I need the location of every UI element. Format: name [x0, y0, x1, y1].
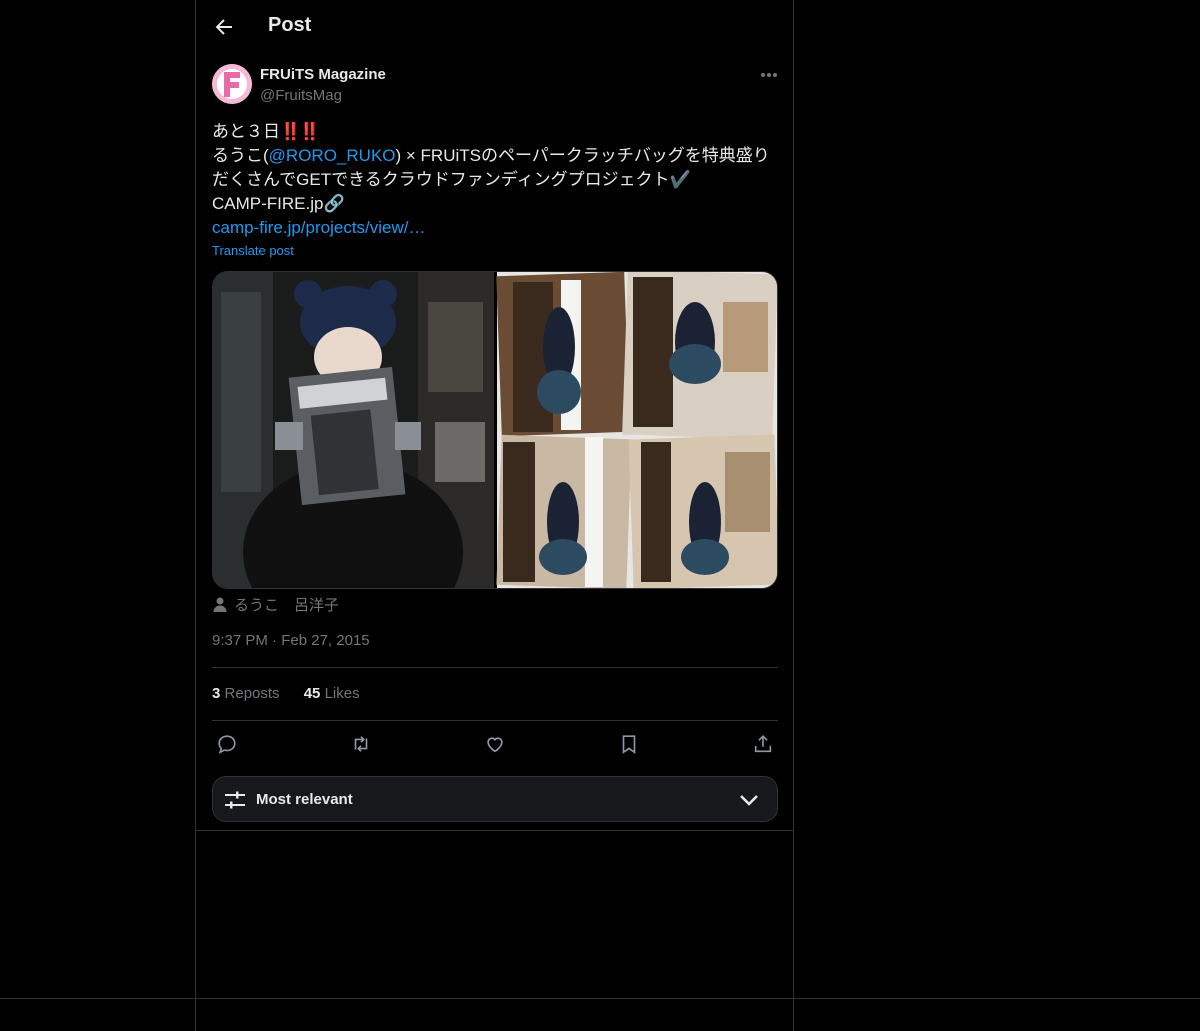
translate-post-button[interactable]: Translate post [212, 243, 294, 258]
back-arrow-icon[interactable] [212, 15, 236, 39]
avatar[interactable] [212, 64, 252, 104]
photo-left [213, 272, 494, 588]
photo-right-collage [496, 272, 777, 588]
repost-icon[interactable] [350, 733, 372, 755]
likes-count: 45 [303, 685, 321, 702]
sort-label: Most relevant [256, 791, 353, 808]
external-link[interactable]: camp-fire.jp/projects/view/… [212, 216, 772, 240]
link-icon: 🔗 [323, 194, 345, 213]
divider [212, 667, 778, 668]
page-bottom-divider [0, 998, 1200, 999]
divider [196, 830, 793, 831]
reposts-stat[interactable]: 3 Reposts [212, 685, 280, 702]
double-exclamation-icon: ‼️‼️ [280, 122, 320, 141]
tagged-users[interactable]: るうこ 呂洋子 [234, 597, 339, 614]
post-line-4: CAMP-FIRE.jp🔗 [212, 192, 772, 216]
post-date[interactable]: Feb 27, 2015 [281, 632, 369, 649]
media-photos [213, 272, 777, 588]
author-name[interactable]: FRUiTS Magazine [260, 66, 386, 83]
post-time[interactable]: 9:37 PM [212, 632, 268, 649]
mention-link[interactable]: @RORO_RUKO [269, 146, 396, 165]
post-text: あと３日‼️‼️ るうこ(@RORO_RUKO) × FRUiTSのペーパークラ… [212, 120, 772, 240]
post-line-1-text: あと３日 [212, 122, 280, 141]
share-icon[interactable] [752, 733, 774, 755]
post-line-4-text: CAMP-FIRE.jp [212, 194, 324, 213]
reposts-count: 3 [212, 685, 221, 702]
post-line-3-text: だくさんでGETできるクラウドファンディングプロジェクト [212, 170, 670, 189]
post-header: Post [196, 0, 793, 54]
post-line-1: あと３日‼️‼️ [212, 120, 772, 144]
reposts-label: Reposts [224, 685, 280, 702]
post-column: Post FRUiTS Magazine @FruitsMag あと３日‼️‼️… [195, 0, 794, 1031]
reply-icon[interactable] [216, 733, 238, 755]
replies-sort-dropdown[interactable]: Most relevant [212, 776, 778, 822]
post-media[interactable] [212, 271, 778, 589]
likes-stat[interactable]: 45 Likes [304, 685, 360, 702]
fruits-logo-icon [212, 64, 252, 104]
post-stats: 3 Reposts 45 Likes [212, 685, 380, 702]
media-tags[interactable]: るうこ 呂洋子 [212, 594, 339, 615]
post-line-3: だくさんでGETできるクラウドファンディングプロジェクト✔️ [212, 168, 772, 192]
chevron-down-icon [740, 795, 758, 806]
divider [212, 720, 778, 721]
bookmark-icon[interactable] [618, 733, 640, 755]
filter-sliders-icon [225, 791, 245, 809]
check-mark-icon: ✔️ [669, 170, 691, 189]
action-bar [212, 733, 778, 757]
like-icon[interactable] [484, 733, 506, 755]
author-handle[interactable]: @FruitsMag [260, 87, 342, 104]
likes-label: Likes [324, 685, 360, 702]
more-options-icon[interactable] [756, 64, 782, 86]
page-title: Post [268, 14, 312, 36]
timestamp-separator: · [272, 632, 278, 649]
post-timestamp[interactable]: 9:37 PM · Feb 27, 2015 [212, 632, 370, 649]
post-line-2: るうこ(@RORO_RUKO) × FRUiTSのペーパークラッチバッグを特典盛… [212, 144, 772, 168]
person-icon [213, 597, 227, 612]
post-line-2-prefix: るうこ( [212, 146, 269, 165]
post-line-2-suffix: ) × FRUiTSのペーパークラッチバッグを特典盛り [395, 146, 770, 165]
